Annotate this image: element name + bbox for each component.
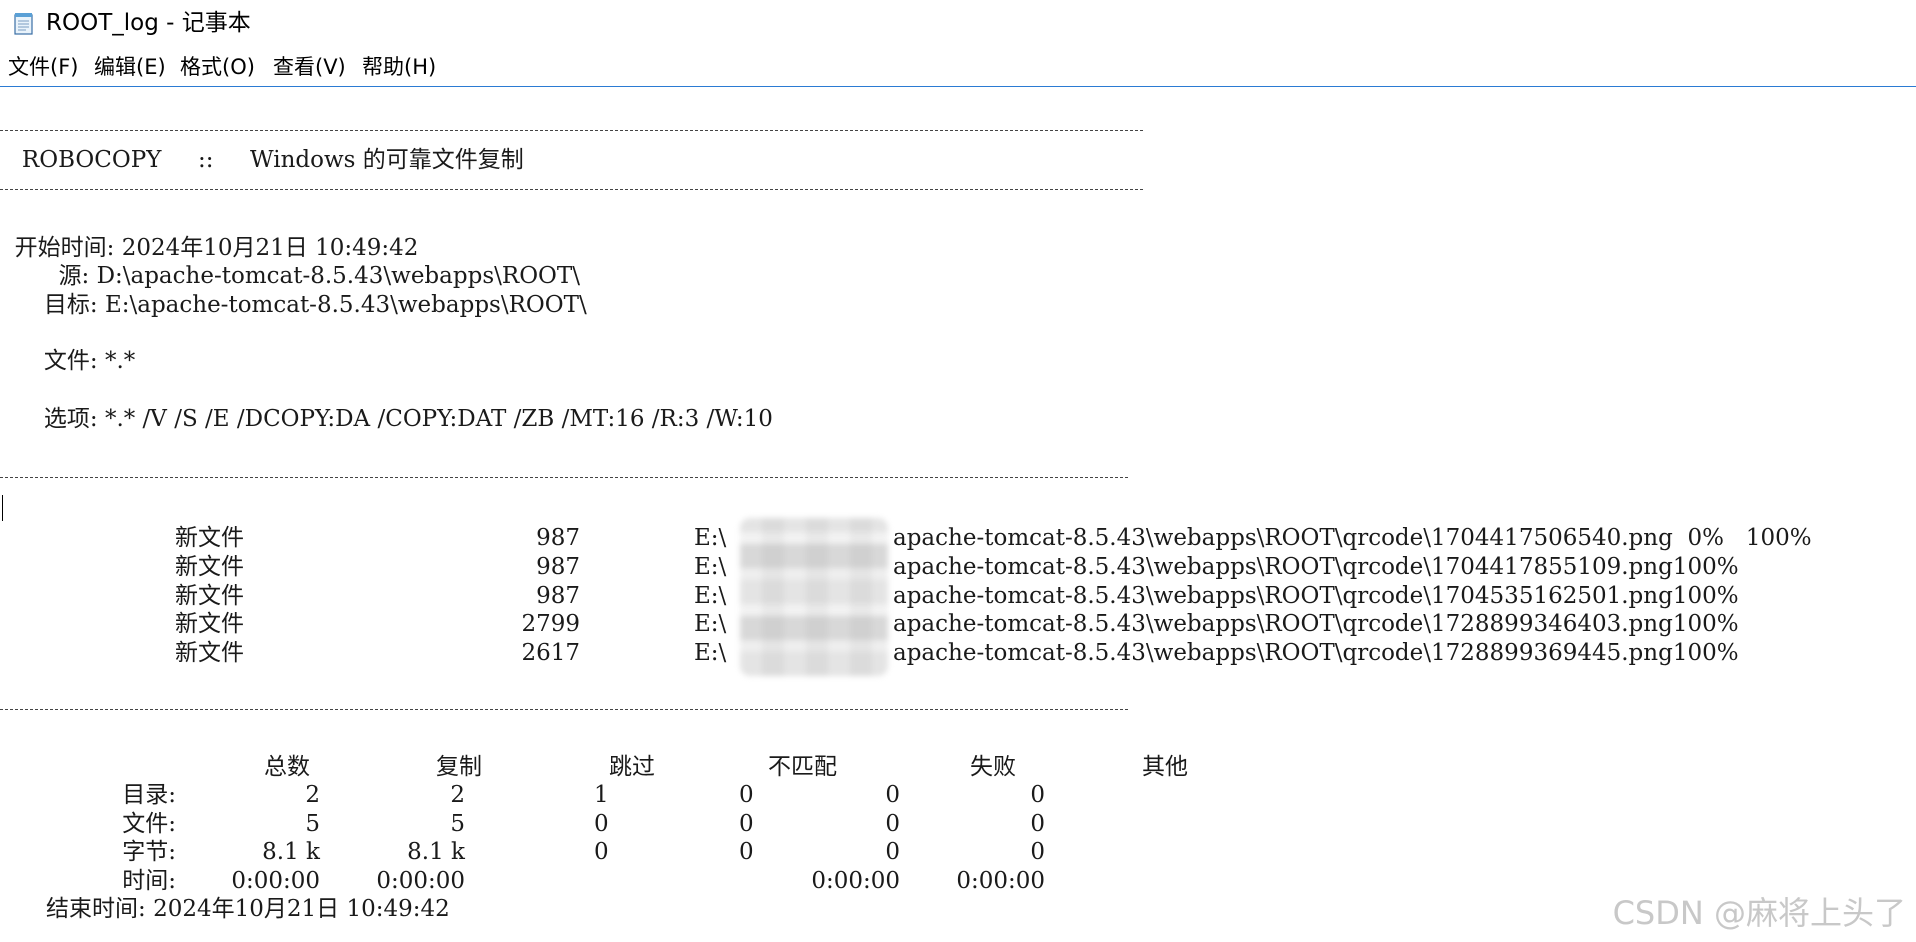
- text-caret: [2, 495, 3, 521]
- summary-cell: 0: [739, 782, 754, 808]
- entry-status: 新文件: [175, 554, 244, 580]
- start-time-value: 2024年10月21日 10:49:42: [121, 235, 419, 261]
- summary-cell: 5: [450, 811, 465, 837]
- start-time-line: 开始时间: 2024年10月21日 10:49:42: [0, 234, 419, 262]
- entry-path: apache-tomcat-8.5.43\webapps\ROOT\qrcode…: [893, 554, 1739, 580]
- entry-status: 新文件: [175, 525, 244, 551]
- entry-size: 987: [536, 525, 580, 551]
- entry-status: 新文件: [175, 611, 244, 637]
- end-time-value: 2024年10月21日 10:49:42: [153, 896, 450, 922]
- summary-cell: 8.1 k: [262, 839, 320, 865]
- dest-label: 目标:: [0, 292, 105, 318]
- rule-banner: [0, 189, 1143, 190]
- rule-section-2: [0, 709, 1128, 710]
- summary-row-label: 目录:: [122, 782, 176, 808]
- options-value: *.* /V /S /E /DCOPY:DA /COPY:DAT /ZB /MT…: [104, 406, 773, 432]
- summary-row-label: 字节:: [122, 839, 176, 865]
- notepad-icon: [12, 11, 36, 35]
- summary-cell: 2: [305, 782, 320, 808]
- summary-header: 总数: [264, 754, 310, 780]
- entry-path: apache-tomcat-8.5.43\webapps\ROOT\qrcode…: [893, 611, 1739, 637]
- entry-status: 新文件: [175, 640, 244, 666]
- source-line: 源: D:\apache-tomcat-8.5.43\webapps\ROOT\: [0, 262, 580, 290]
- summary-cell: 0: [885, 811, 900, 837]
- end-time-label: 结束时间:: [46, 896, 154, 922]
- menu-view[interactable]: 查看(V): [269, 52, 350, 82]
- menu-file[interactable]: 文件(F): [4, 52, 82, 82]
- entry-size: 2617: [521, 640, 580, 666]
- summary-cell: 5: [305, 811, 320, 837]
- entry-drive: E:\: [694, 611, 727, 637]
- dest-value: E:\apache-tomcat-8.5.43\webapps\ROOT\: [104, 292, 587, 318]
- files-line: 文件: *.*: [0, 347, 135, 375]
- options-label: 选项:: [0, 406, 105, 432]
- summary-row-label: 文件:: [122, 811, 176, 837]
- summary-cell: 0: [594, 839, 609, 865]
- summary-cell: 0:00:00: [231, 868, 320, 894]
- summary-cell: 0:00:00: [376, 868, 465, 894]
- summary-cell: 0: [885, 782, 900, 808]
- summary-header: 失败: [970, 754, 1016, 780]
- entry-drive: E:\: [694, 525, 727, 551]
- menu-edit[interactable]: 编辑(E): [90, 52, 170, 82]
- start-time-label: 开始时间:: [0, 235, 122, 261]
- summary-cell: 0: [739, 839, 754, 865]
- entry-drive: E:\: [694, 583, 727, 609]
- text-editor[interactable]: ROBOCOPY :: Windows 的可靠文件复制 开始时间: 2024年1…: [0, 87, 1916, 942]
- entry-drive: E:\: [694, 554, 727, 580]
- end-time-line: 结束时间: 2024年10月21日 10:49:42: [46, 895, 450, 923]
- title-bar[interactable]: ROOT_log - 记事本: [0, 0, 1916, 46]
- summary-cell: 0: [885, 839, 900, 865]
- window-title: ROOT_log - 记事本: [46, 10, 251, 36]
- summary-cell: 0: [1030, 782, 1045, 808]
- menu-bar: 文件(F) 编辑(E) 格式(O) 查看(V) 帮助(H): [0, 52, 1916, 84]
- summary-cell: 2: [450, 782, 465, 808]
- summary-cell: 0: [739, 811, 754, 837]
- options-line: 选项: *.* /V /S /E /DCOPY:DA /COPY:DAT /ZB…: [0, 405, 773, 433]
- summary-header: 其他: [1142, 754, 1188, 780]
- rule-section-1: [0, 477, 1128, 478]
- summary-cell: 1: [594, 782, 609, 808]
- files-value: *.*: [104, 348, 136, 374]
- summary-cell: 0: [1030, 811, 1045, 837]
- summary-row-label: 时间:: [122, 868, 176, 894]
- menu-format[interactable]: 格式(O): [176, 52, 259, 82]
- summary-cell: 0:00:00: [956, 868, 1045, 894]
- rule-top: [0, 130, 1143, 131]
- menu-help[interactable]: 帮助(H): [358, 52, 440, 82]
- entry-path: apache-tomcat-8.5.43\webapps\ROOT\qrcode…: [893, 525, 1812, 551]
- summary-cell: 8.1 k: [407, 839, 465, 865]
- source-value: D:\apache-tomcat-8.5.43\webapps\ROOT\: [96, 263, 580, 289]
- summary-cell: 0: [594, 811, 609, 837]
- banner-line: ROBOCOPY :: Windows 的可靠文件复制: [0, 147, 524, 173]
- entry-status: 新文件: [175, 583, 244, 609]
- entry-size: 2799: [521, 611, 580, 637]
- watermark: CSDN @麻将上头了: [1612, 894, 1906, 932]
- summary-cell: 0:00:00: [811, 868, 900, 894]
- summary-cell: 0: [1030, 839, 1045, 865]
- entry-drive: E:\: [694, 640, 727, 666]
- entry-path: apache-tomcat-8.5.43\webapps\ROOT\qrcode…: [893, 583, 1739, 609]
- entry-path: apache-tomcat-8.5.43\webapps\ROOT\qrcode…: [893, 640, 1739, 666]
- redaction-blur: [740, 518, 888, 676]
- entry-size: 987: [536, 554, 580, 580]
- summary-header: 跳过: [609, 754, 655, 780]
- summary-header: 不匹配: [768, 754, 837, 780]
- entry-size: 987: [536, 583, 580, 609]
- files-label: 文件:: [0, 348, 105, 374]
- dest-line: 目标: E:\apache-tomcat-8.5.43\webapps\ROOT…: [0, 291, 587, 319]
- source-label: 源:: [0, 263, 97, 289]
- summary-header: 复制: [436, 754, 482, 780]
